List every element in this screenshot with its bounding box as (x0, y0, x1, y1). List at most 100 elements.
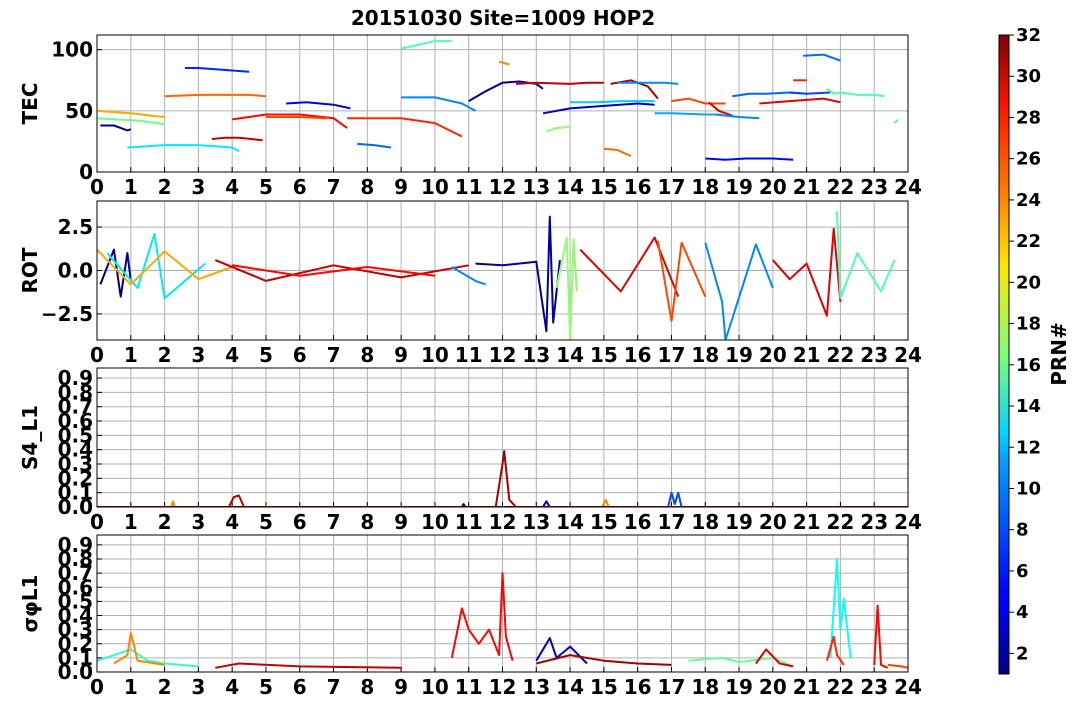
colorbar-tick-label: 4 (1016, 602, 1029, 623)
x-tick-label: 9 (394, 175, 408, 199)
x-tick-label: 14 (556, 343, 584, 367)
x-tick-label: 6 (293, 343, 307, 367)
x-tick-label: 20 (759, 675, 787, 699)
chart-title: 20151030 Site=1009 HOP2 (351, 6, 655, 30)
x-tick-label: 16 (624, 343, 652, 367)
x-tick-label: 3 (191, 175, 205, 199)
x-tick-label: 7 (327, 343, 341, 367)
x-tick-label: 1 (124, 175, 138, 199)
x-tick-label: 2 (158, 175, 172, 199)
x-tick-label: 10 (421, 510, 449, 534)
x-tick-label: 18 (691, 343, 719, 367)
x-tick-label: 6 (293, 510, 307, 534)
y-tick-label: 0.9 (58, 366, 93, 390)
y-tick-label: 50 (65, 99, 93, 123)
x-tick-label: 5 (259, 175, 273, 199)
x-tick-label: 2 (158, 675, 172, 699)
colorbar-gradient (999, 35, 1009, 674)
x-tick-label: 5 (259, 510, 273, 534)
x-tick-label: 3 (191, 510, 205, 534)
x-tick-label: 13 (522, 675, 550, 699)
colorbar-tick-label: 6 (1016, 561, 1029, 582)
x-tick-label: 15 (590, 510, 618, 534)
y-axis-label: S4_L1 (18, 405, 42, 470)
x-tick-label: 24 (894, 675, 922, 699)
x-tick-label: 11 (455, 510, 483, 534)
x-tick-label: 19 (725, 175, 753, 199)
x-tick-label: 7 (327, 175, 341, 199)
x-tick-label: 18 (691, 510, 719, 534)
colorbar-tick-label: 12 (1016, 437, 1041, 458)
x-tick-label: 4 (225, 510, 239, 534)
x-tick-label: 22 (826, 175, 854, 199)
colorbar-tick-label: 2 (1016, 643, 1029, 664)
x-tick-label: 16 (624, 510, 652, 534)
colorbar: 2468101214161820222426283032 PRN# (998, 25, 1071, 675)
x-tick-label: 21 (793, 343, 821, 367)
x-tick-label: 10 (421, 675, 449, 699)
x-tick-label: 1 (124, 343, 138, 367)
x-tick-label: 5 (259, 343, 273, 367)
x-tick-label: 7 (327, 510, 341, 534)
x-tick-label: 19 (725, 343, 753, 367)
x-tick-label: 12 (489, 675, 517, 699)
panel-tec: 0 1 2 3 4 5 6 7 8 9 10 11 12 13 14 15 16 17 18 19 20 21 22 23 24… (18, 34, 922, 199)
y-axis-label: σφL1 (18, 575, 42, 633)
x-tick-label: 14 (556, 175, 584, 199)
x-tick-label: 10 (421, 175, 449, 199)
x-tick-label: 20 (759, 510, 787, 534)
colorbar-tick-label: 14 (1016, 396, 1041, 417)
x-tick-label: 8 (360, 510, 374, 534)
x-tick-label: 19 (725, 675, 753, 699)
x-tick-label: 13 (522, 343, 550, 367)
colorbar-tick-label: 30 (1016, 66, 1041, 87)
x-tick-label: 0 (90, 343, 104, 367)
x-tick-label: 11 (455, 343, 483, 367)
y-tick-label: 2.5 (58, 215, 93, 239)
x-tick-label: 9 (394, 343, 408, 367)
x-tick-label: 4 (225, 343, 239, 367)
x-tick-label: 20 (759, 343, 787, 367)
x-tick-label: 23 (860, 510, 888, 534)
x-tick-label: 9 (394, 675, 408, 699)
x-tick-label: 18 (691, 675, 719, 699)
x-tick-label: 1 (124, 510, 138, 534)
y-tick-label: 0 (79, 160, 93, 184)
y-tick-label: −2.5 (41, 302, 93, 326)
x-tick-label: 14 (556, 675, 584, 699)
x-tick-label: 4 (225, 175, 239, 199)
x-tick-label: 11 (455, 175, 483, 199)
x-tick-label: 8 (360, 175, 374, 199)
x-tick-label: 12 (489, 343, 517, 367)
x-tick-label: 6 (293, 675, 307, 699)
colorbar-tick-label: 20 (1016, 272, 1041, 293)
x-tick-label: 12 (489, 510, 517, 534)
colorbar-tick-label: 28 (1016, 107, 1041, 128)
x-tick-label: 24 (894, 343, 922, 367)
x-tick-label: 21 (793, 510, 821, 534)
x-tick-label: 13 (522, 510, 550, 534)
x-tick-label: 21 (793, 675, 821, 699)
x-tick-label: 10 (421, 343, 449, 367)
colorbar-tick-label: 18 (1016, 314, 1041, 335)
x-tick-label: 23 (860, 175, 888, 199)
x-tick-label: 2 (158, 343, 172, 367)
x-tick-label: 15 (590, 343, 618, 367)
x-tick-label: 15 (590, 675, 618, 699)
x-tick-label: 12 (489, 175, 517, 199)
y-tick-label: 100 (51, 38, 93, 62)
x-tick-label: 1 (124, 675, 138, 699)
x-tick-label: 17 (658, 675, 686, 699)
series-line-prn-7 (789, 91, 831, 95)
x-tick-label: 17 (658, 343, 686, 367)
colorbar-tick-label: 24 (1016, 190, 1041, 211)
x-tick-label: 13 (522, 175, 550, 199)
x-tick-label: 3 (191, 343, 205, 367)
x-tick-label: 4 (225, 675, 239, 699)
colorbar-tick-label: 32 (1016, 25, 1041, 46)
x-tick-label: 15 (590, 175, 618, 199)
x-tick-label: 24 (894, 510, 922, 534)
x-tick-label: 3 (191, 675, 205, 699)
colorbar-tick-label: 10 (1016, 478, 1041, 499)
x-tick-label: 24 (894, 175, 922, 199)
